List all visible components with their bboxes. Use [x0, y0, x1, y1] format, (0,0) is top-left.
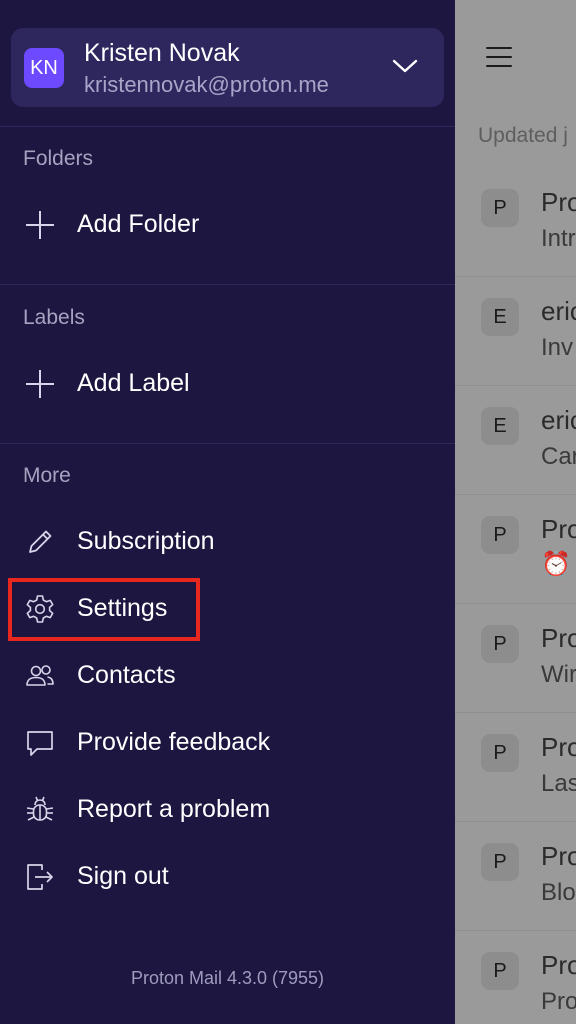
add-folder-label: Add Folder [77, 210, 200, 238]
account-email: kristennovak@proton.me [84, 72, 329, 97]
mailbox-background: Updated j P Pro Intr E eric Inv E eric C… [455, 0, 576, 1024]
mail-row[interactable]: P Pro ⏰ [455, 495, 576, 604]
mail-sender: Pro [541, 514, 576, 544]
provide-feedback-label: Provide feedback [77, 728, 271, 756]
mail-subject: Intr [541, 225, 576, 252]
account-switcher[interactable]: KN Kristen Novak kristennovak@proton.me [11, 28, 444, 107]
mail-row[interactable]: E eric Inv [455, 277, 576, 386]
sender-avatar: P [481, 189, 519, 227]
sender-avatar: P [481, 952, 519, 990]
section-title-labels: Labels [23, 306, 85, 329]
report-problem-label: Report a problem [77, 795, 271, 823]
pencil-icon [29, 530, 52, 553]
mail-sender: Pro [541, 841, 576, 871]
mail-subject: Inv [541, 334, 574, 361]
sender-avatar: E [481, 298, 519, 336]
mail-sender: Pro [541, 623, 576, 653]
mail-subject: Car [541, 443, 576, 470]
mail-sender: Pro [541, 187, 576, 217]
divider [0, 443, 455, 444]
section-title-more: More [23, 464, 71, 487]
mail-subject: Pro [541, 988, 576, 1015]
subscription-button[interactable]: Subscription [0, 514, 455, 570]
report-problem-button[interactable]: Report a problem [0, 782, 455, 838]
mail-sender: Pro [541, 950, 576, 980]
plus-icon [26, 370, 54, 398]
menu-icon[interactable] [486, 46, 512, 68]
sender-avatar: P [481, 843, 519, 881]
add-label-button[interactable]: Add Label [0, 356, 455, 412]
mail-row[interactable]: P Pro Intr [455, 168, 576, 277]
account-name: Kristen Novak [84, 39, 240, 67]
chevron-down-icon [392, 59, 418, 73]
updated-status-text: Updated j [478, 124, 568, 147]
account-avatar: KN [24, 48, 64, 88]
mail-sender: eric [541, 405, 576, 435]
speech-bubble-icon [27, 731, 53, 756]
divider [0, 284, 455, 285]
contacts-button[interactable]: Contacts [0, 648, 455, 704]
section-title-folders: Folders [23, 147, 94, 170]
plus-icon [26, 211, 54, 239]
mail-subject: Las [541, 770, 576, 797]
mail-sender: Pro [541, 732, 576, 762]
add-folder-button[interactable]: Add Folder [0, 197, 455, 253]
mail-row[interactable]: E eric Car [455, 386, 576, 495]
sender-avatar: E [481, 407, 519, 445]
mail-subject: Wir [541, 661, 576, 688]
mail-row[interactable]: P Pro Blo [455, 822, 576, 931]
sign-out-icon [27, 864, 53, 890]
contacts-label: Contacts [77, 661, 176, 689]
sign-out-label: Sign out [77, 862, 169, 890]
mail-sender: eric [541, 296, 576, 326]
sender-avatar: P [481, 516, 519, 554]
divider [0, 126, 455, 127]
mail-subject: Blo [541, 879, 576, 906]
subscription-label: Subscription [77, 527, 215, 555]
mail-row[interactable]: P Pro Wir [455, 604, 576, 713]
mail-row[interactable]: P Pro Las [455, 713, 576, 822]
side-drawer: KN Kristen Novak kristennovak@proton.me … [0, 0, 455, 1024]
add-label-label: Add Label [77, 369, 190, 397]
bug-icon [26, 796, 54, 821]
sign-out-button[interactable]: Sign out [0, 849, 455, 905]
sender-avatar: P [481, 625, 519, 663]
contacts-icon [26, 665, 54, 686]
mail-row[interactable]: P Pro Pro [455, 931, 576, 1024]
mail-subject: ⏰ [541, 551, 571, 578]
sender-avatar: P [481, 734, 519, 772]
app-version: Proton Mail 4.3.0 (7955) [130, 968, 325, 988]
settings-highlight-box [8, 578, 200, 641]
provide-feedback-button[interactable]: Provide feedback [0, 715, 455, 771]
